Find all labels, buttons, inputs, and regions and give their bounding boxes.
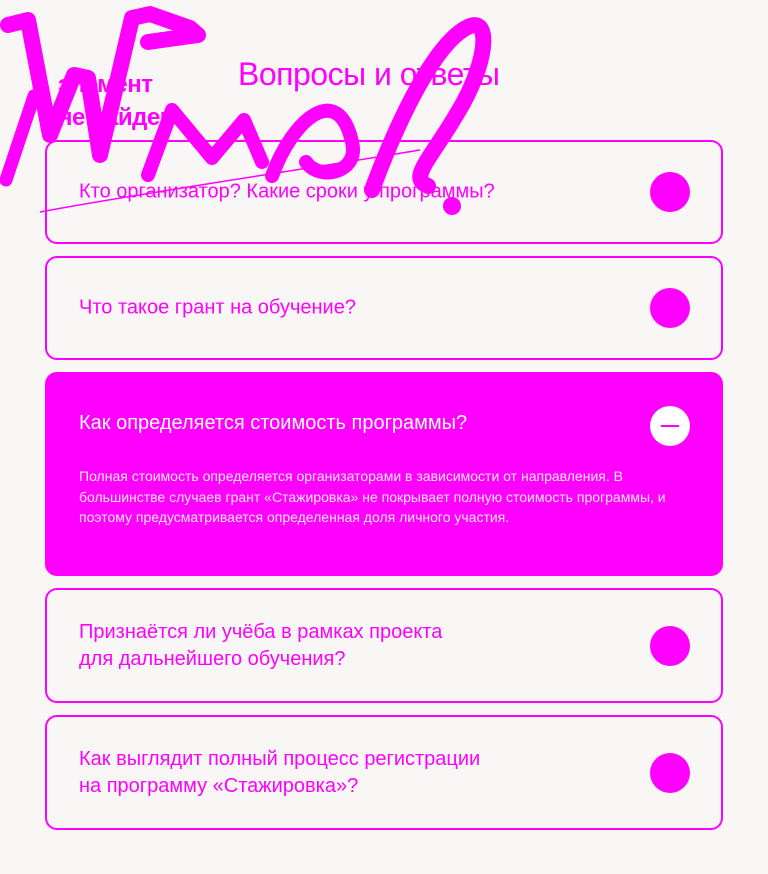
faq-item-grant[interactable]: Что такое грант на обучение?: [45, 256, 723, 360]
faq-question: Кто организатор? Какие сроки у программы…: [79, 180, 495, 203]
collapse-button[interactable]: [650, 406, 690, 446]
minus-icon: [661, 425, 679, 427]
faq-item-cost[interactable]: Как определяется стоимость программы? По…: [45, 372, 723, 576]
faq-question: Как определяется стоимость программы?: [79, 412, 468, 434]
toggle-icon[interactable]: [650, 288, 690, 328]
page-title: Вопросы и ответы: [238, 56, 500, 92]
faq-item-recognition[interactable]: Признаётся ли учёба в рамках проекта для…: [45, 588, 723, 703]
faq-question: Как выглядит полный процесс регистрации …: [79, 747, 481, 797]
faq-list: Кто организатор? Какие сроки у программы…: [45, 140, 723, 842]
faq-item-registration[interactable]: Как выглядит полный процесс регистрации …: [45, 715, 723, 830]
faq-question: Признаётся ли учёба в рамках проекта для…: [79, 620, 443, 670]
toggle-icon[interactable]: [650, 752, 690, 793]
faq-question: Что такое грант на обучение?: [79, 296, 356, 319]
toggle-icon[interactable]: [650, 172, 690, 212]
faq-answer: Полная стоимость определяется организато…: [79, 468, 666, 525]
toggle-icon[interactable]: [650, 625, 690, 666]
faq-item-organizer[interactable]: Кто организатор? Какие сроки у программы…: [45, 140, 723, 244]
not-found-label: элемент не найден: [58, 71, 174, 131]
